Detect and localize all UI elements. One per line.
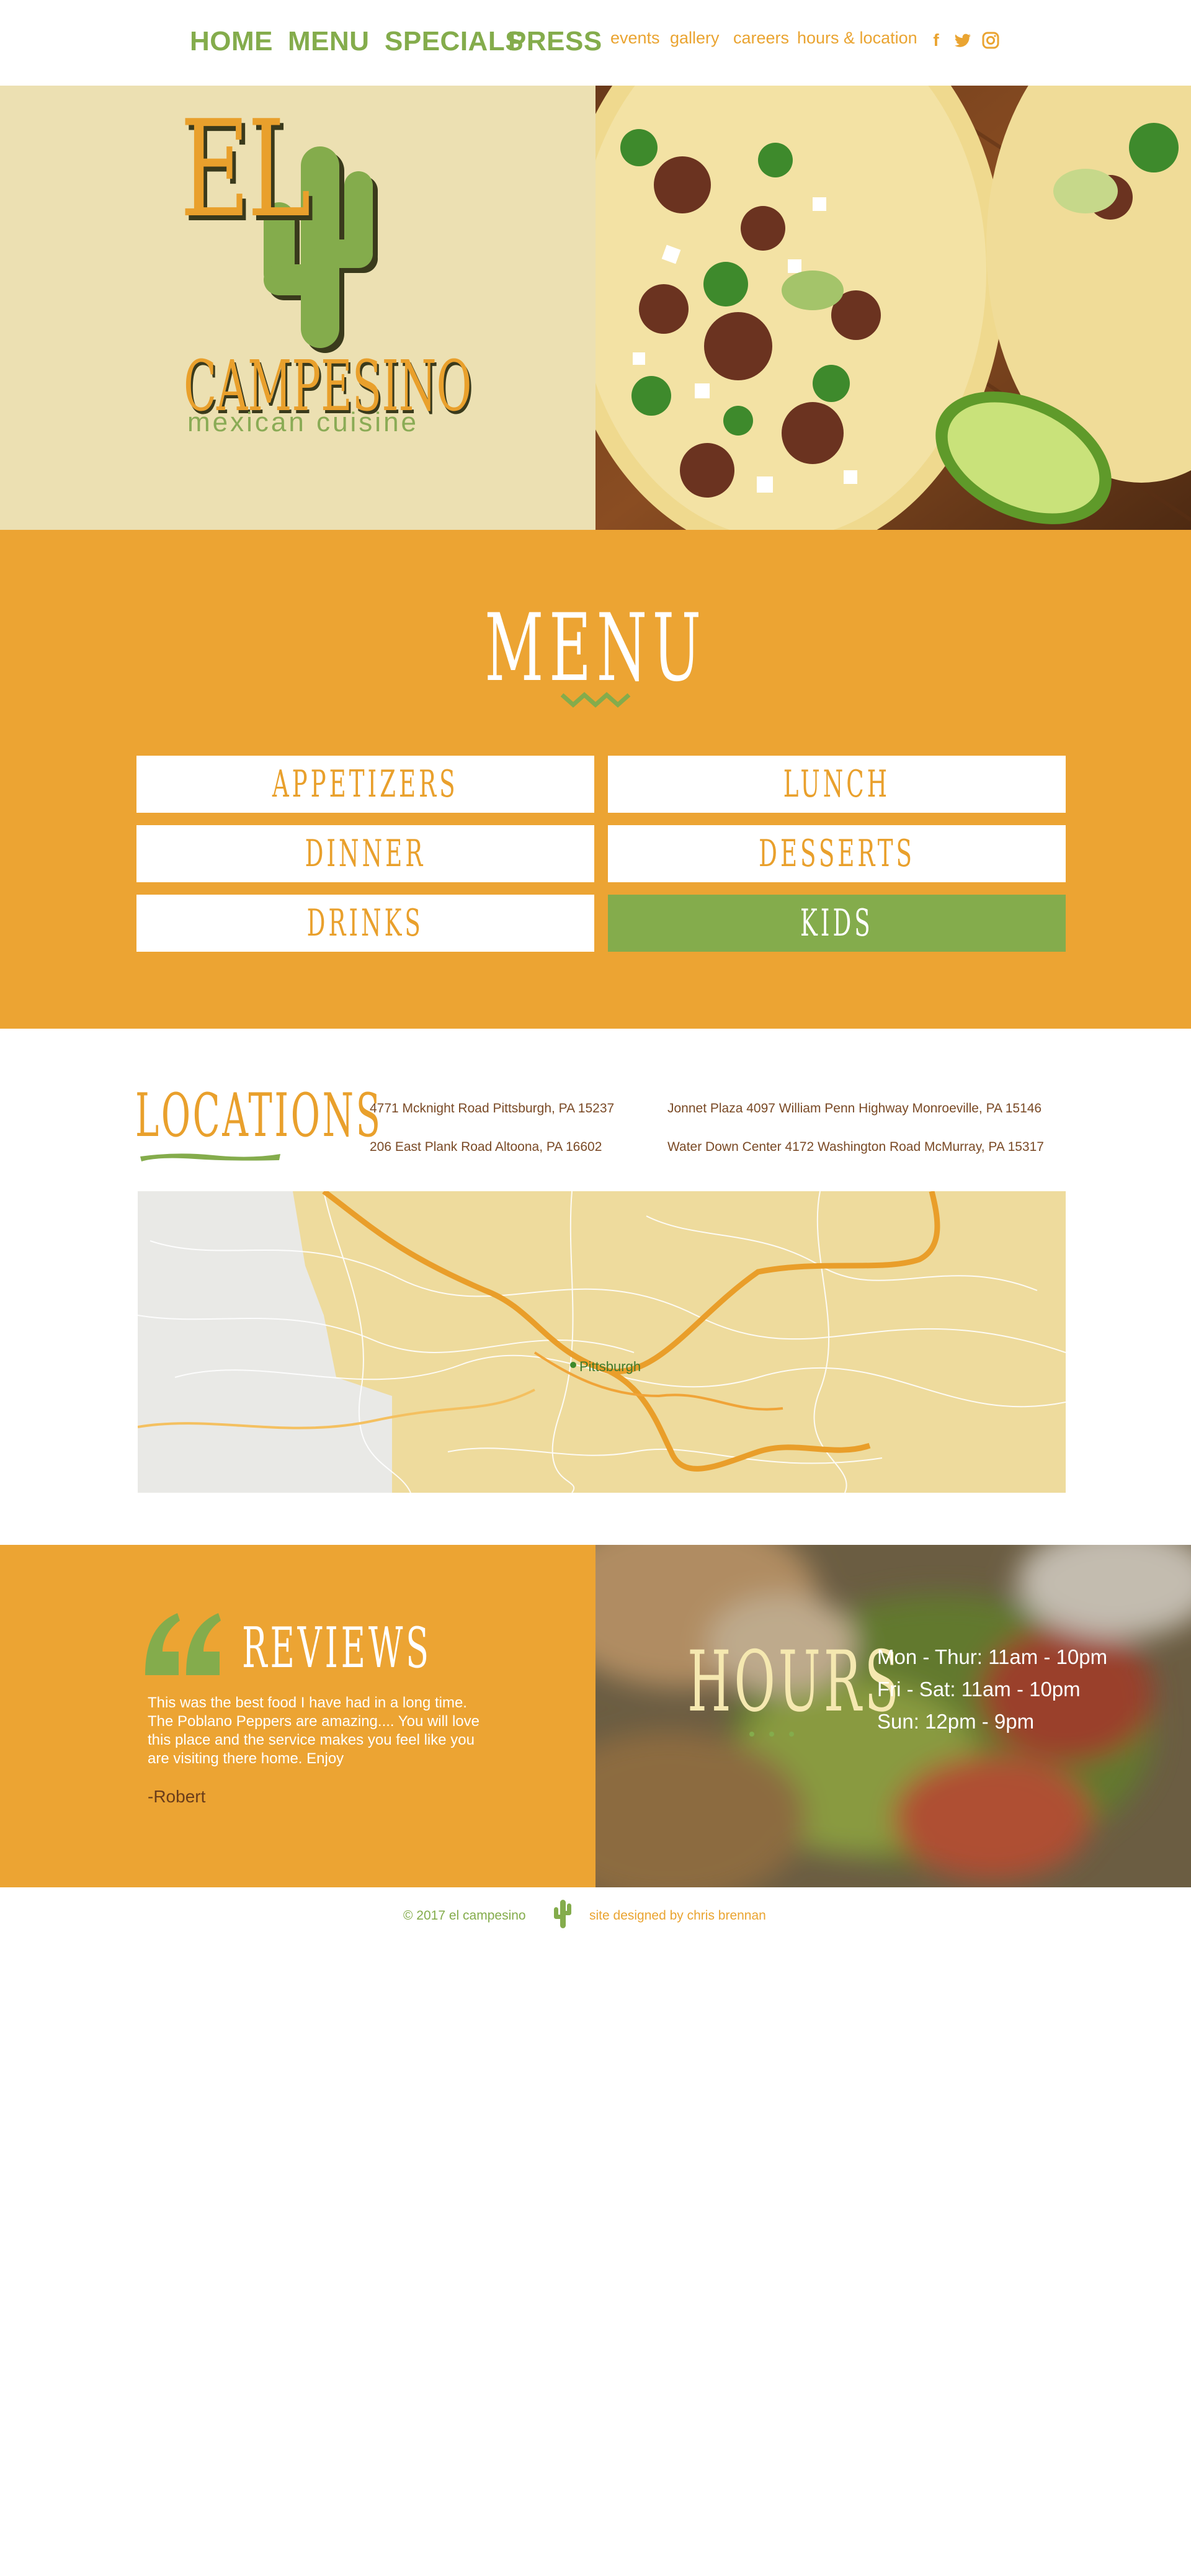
top-navigation: HOME MENU SPECIALS PRESS events gallery … <box>0 0 1191 86</box>
twitter-icon[interactable] <box>954 31 973 50</box>
hours-mon-thur: Mon - Thur: 11am - 10pm <box>877 1645 1108 1668</box>
nav-events[interactable]: events <box>610 29 660 48</box>
quote-mark-icon <box>145 1613 221 1675</box>
menu-kids-button[interactable]: KIDS <box>608 895 1066 952</box>
nav-hours-location[interactable]: hours & location <box>797 29 917 48</box>
location-address-1: 4771 Mcknight Road Pittsburgh, PA 15237 <box>370 1101 615 1116</box>
logo-tagline: mexican cuisine <box>187 407 419 437</box>
review-author: -Robert <box>148 1787 206 1806</box>
dots-divider-icon <box>749 1732 794 1737</box>
hours-fri-sat: Fri - Sat: 11am - 10pm <box>877 1678 1081 1701</box>
menu-dinner-button[interactable]: DINNER <box>136 825 594 882</box>
location-address-2: Jonnet Plaza 4097 William Penn Highway M… <box>667 1101 1042 1116</box>
hours-title: HOURS <box>687 1633 902 1730</box>
nav-home[interactable]: HOME <box>190 26 273 57</box>
menu-appetizers-button[interactable]: APPETIZERS <box>136 756 594 813</box>
menu-desserts-button[interactable]: DESSERTS <box>608 825 1066 882</box>
instagram-icon[interactable] <box>981 31 1000 50</box>
location-address-4: Water Down Center 4172 Washington Road M… <box>667 1140 1044 1154</box>
hero-taco-image <box>596 86 1191 530</box>
menu-title: MENU <box>484 594 707 702</box>
facebook-icon[interactable]: f <box>927 31 945 50</box>
nav-gallery[interactable]: gallery <box>670 29 720 48</box>
nav-specials[interactable]: SPECIALS <box>385 26 524 57</box>
brush-underline <box>140 1153 280 1161</box>
footer-credit-link[interactable]: site designed by chris brennan <box>589 1908 766 1923</box>
hours-sun: Sun: 12pm - 9pm <box>877 1710 1035 1733</box>
locations-map[interactable]: Pittsburgh <box>138 1191 1066 1493</box>
nav-careers[interactable]: careers <box>733 29 789 48</box>
menu-lunch-button[interactable]: LUNCH <box>608 756 1066 813</box>
zigzag-divider-icon <box>560 692 631 708</box>
menu-drinks-button[interactable]: DRINKS <box>136 895 594 952</box>
location-address-3: 206 East Plank Road Altoona, PA 16602 <box>370 1140 602 1154</box>
cactus-footer-icon <box>554 1900 571 1928</box>
map-city-label: Pittsburgh <box>579 1359 641 1374</box>
footer-copyright: © 2017 el campesino <box>403 1908 526 1923</box>
review-text: This was the best food I have had in a l… <box>148 1694 480 1767</box>
locations-title: LOCATIONS <box>135 1081 383 1150</box>
nav-press[interactable]: PRESS <box>508 26 602 57</box>
reviews-title: REVIEWS <box>242 1616 432 1681</box>
nav-menu[interactable]: MENU <box>288 26 370 57</box>
logo-el-text: EL <box>180 91 311 247</box>
